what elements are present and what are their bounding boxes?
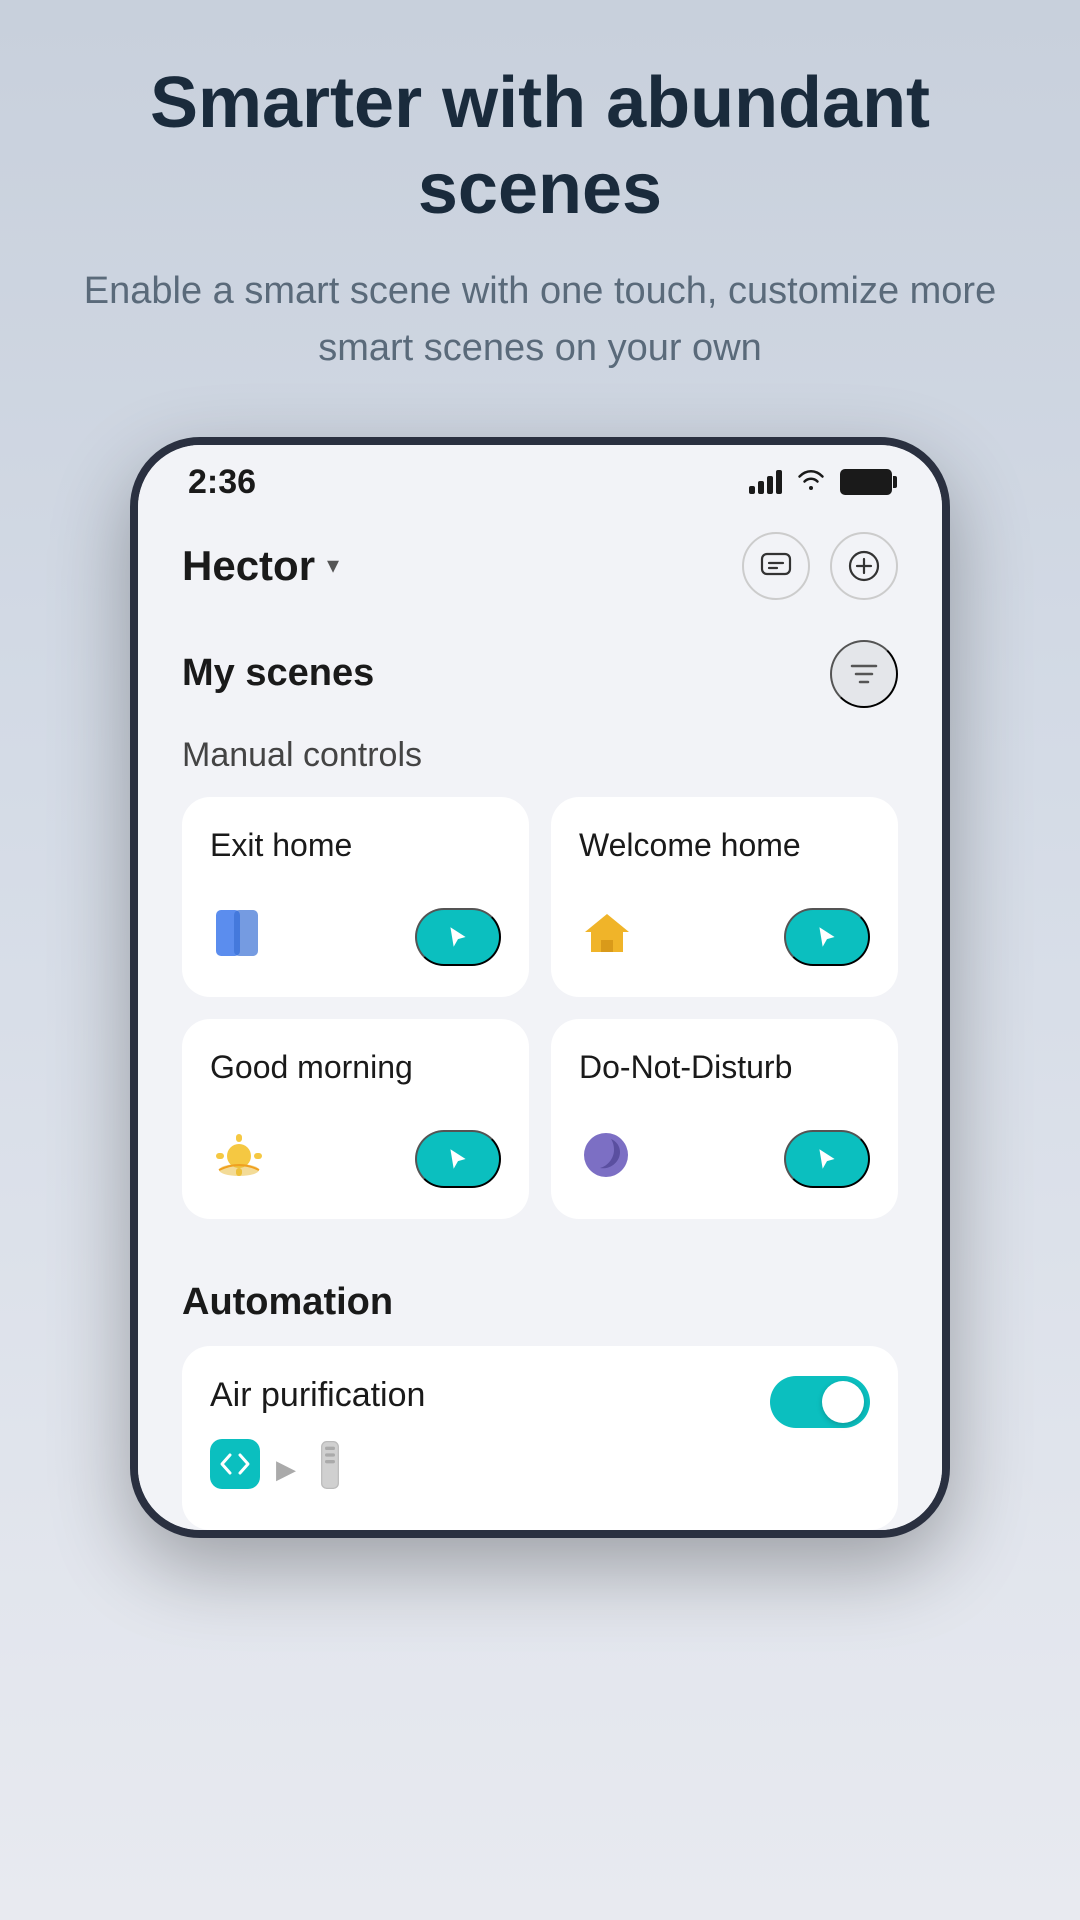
automation-title: Automation <box>182 1281 898 1324</box>
filter-icon <box>848 658 880 690</box>
message-icon <box>759 549 793 583</box>
promo-title: Smarter with abundant scenes <box>80 60 1000 233</box>
air-purification-toggle-container[interactable] <box>770 1376 870 1428</box>
scenes-section: My scenes Manual controls Exit home <box>138 630 942 1261</box>
good-morning-icon <box>210 1128 268 1191</box>
cursor-icon <box>814 924 840 950</box>
chevron-down-icon: ▾ <box>327 551 339 580</box>
app-header: Hector ▾ <box>138 512 942 630</box>
welcome-home-footer <box>579 906 870 969</box>
scene-card-welcome-home: Welcome home <box>551 797 898 997</box>
status-bar: 2:36 <box>138 445 942 512</box>
location-name: Hector <box>182 542 315 590</box>
device-icon <box>312 1440 348 1499</box>
exit-home-footer <box>210 906 501 969</box>
wifi-icon <box>796 467 826 498</box>
good-morning-footer <box>210 1128 501 1191</box>
filter-button[interactable] <box>830 640 898 708</box>
scene-card-exit-home: Exit home <box>182 797 529 997</box>
exit-home-run-button[interactable] <box>415 908 501 966</box>
automation-section: Automation Air purification ▶ <box>138 1261 942 1530</box>
good-morning-run-button[interactable] <box>415 1130 501 1188</box>
exit-home-title: Exit home <box>210 827 501 864</box>
automation-item-air-purification: Air purification ▶ <box>182 1346 898 1530</box>
do-not-disturb-icon <box>579 1128 633 1191</box>
air-purification-name: Air purification <box>210 1376 770 1415</box>
battery-icon <box>840 469 892 495</box>
scenes-cards-grid: Exit home W <box>182 797 898 1219</box>
plus-icon <box>847 549 881 583</box>
location-selector[interactable]: Hector ▾ <box>182 542 339 590</box>
status-time: 2:36 <box>188 463 256 502</box>
phone-frame: 2:36 Hector ▾ <box>130 437 950 1538</box>
welcome-home-icon <box>579 906 635 969</box>
add-button[interactable] <box>830 532 898 600</box>
scene-card-good-morning: Good morning <box>182 1019 529 1219</box>
automation-trigger-icon <box>210 1439 260 1500</box>
scenes-section-header: My scenes <box>182 640 898 708</box>
header-actions <box>742 532 898 600</box>
do-not-disturb-run-button[interactable] <box>784 1130 870 1188</box>
do-not-disturb-title: Do-Not-Disturb <box>579 1049 870 1086</box>
status-icons <box>749 467 892 498</box>
promo-section: Smarter with abundant scenes Enable a sm… <box>0 0 1080 417</box>
arrow-icon: ▶ <box>276 1454 296 1485</box>
toggle-thumb <box>822 1381 864 1423</box>
cursor-icon <box>445 1146 471 1172</box>
automation-icons-row: ▶ <box>210 1439 770 1500</box>
exit-home-icon <box>210 906 264 969</box>
manual-controls-title: Manual controls <box>182 736 898 775</box>
automation-item-content: Air purification ▶ <box>210 1376 770 1500</box>
signal-icon <box>749 470 782 494</box>
good-morning-title: Good morning <box>210 1049 501 1086</box>
welcome-home-title: Welcome home <box>579 827 870 864</box>
promo-subtitle: Enable a smart scene with one touch, cus… <box>80 263 1000 377</box>
message-button[interactable] <box>742 532 810 600</box>
cursor-icon <box>814 1146 840 1172</box>
air-purification-toggle[interactable] <box>770 1376 870 1428</box>
scene-card-do-not-disturb: Do-Not-Disturb <box>551 1019 898 1219</box>
scenes-section-title: My scenes <box>182 652 374 695</box>
welcome-home-run-button[interactable] <box>784 908 870 966</box>
do-not-disturb-footer <box>579 1128 870 1191</box>
cursor-icon <box>445 924 471 950</box>
